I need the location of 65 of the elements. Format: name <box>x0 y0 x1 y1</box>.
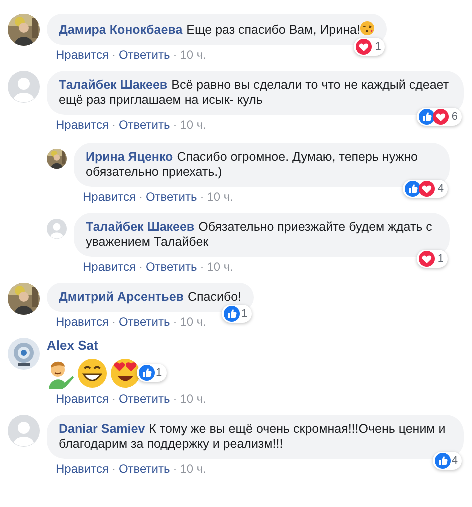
reaction-count: 1 <box>156 367 162 379</box>
comment-action-link[interactable]: Ответить <box>118 315 170 330</box>
comment-text: Талайбек Шакеев Обязательно приезжайте будем ждать с уважением Талайбек <box>86 220 434 250</box>
comment-text: Дамира Конокбаева Еще раз спасибо Вам, Ирина! <box>59 21 376 38</box>
thumbs-up-icon <box>224 306 240 322</box>
reaction-badge[interactable]: 1 <box>137 364 168 382</box>
reaction-count: 6 <box>452 111 458 123</box>
reaction-badge[interactable]: 1 <box>222 305 252 323</box>
reaction-count: 1 <box>438 253 444 265</box>
comment-action-link[interactable]: Ответить <box>146 260 198 275</box>
reaction-badge[interactable]: 4 <box>432 452 462 470</box>
comment-action-link[interactable]: Ответить <box>118 462 170 477</box>
heart-eyes-emoji-icon <box>110 358 141 388</box>
separator-dot: · <box>173 48 178 63</box>
comment-action-link[interactable]: Ответить <box>118 48 170 63</box>
comment-action-link[interactable]: Нравится <box>56 392 109 407</box>
separator-dot: · <box>138 260 143 275</box>
author-name[interactable]: Daniar Samiev <box>59 422 146 436</box>
comment-text: Daniar Samiev К тому же вы ещё очень скромная!!!Очень ценим и благодарим за поддержку и реализм!!! <box>59 422 447 452</box>
reaction-count: 4 <box>438 183 444 195</box>
reaction-count: 1 <box>375 41 382 53</box>
comment-action-link[interactable]: Нравится <box>83 190 136 205</box>
author-name[interactable]: Дмитрий Арсентьев <box>59 290 184 304</box>
reaction-badge[interactable]: 1 <box>416 250 448 268</box>
comment-action-link[interactable]: Нравится <box>56 48 109 63</box>
separator-dot: · <box>173 118 178 133</box>
comment-action-link[interactable]: Ответить <box>146 190 198 205</box>
reaction-badge[interactable]: 4 <box>402 180 448 198</box>
separator-dot: · <box>138 190 143 205</box>
thumbs-up-icon <box>404 181 421 197</box>
default-avatar-icon <box>47 219 67 239</box>
default-avatar-icon <box>8 415 40 447</box>
comment-action-link[interactable]: Нравится <box>56 118 109 133</box>
comment-text: Ирина Яценко Спасибо огромное. Думаю, теперь нужно обязательно приехать.) <box>86 150 419 180</box>
author-name[interactable]: Талайбек Шакеев <box>86 220 195 234</box>
author-name[interactable]: Ирина Яценко <box>86 150 174 164</box>
separator-dot: · <box>112 392 116 407</box>
author-name[interactable]: Alex Sat <box>47 338 464 354</box>
thumbs-up-icon <box>418 109 435 125</box>
author-name[interactable]: Талайбек Шакеев <box>59 78 168 92</box>
separator-dot: · <box>112 48 116 63</box>
reaction-badge[interactable]: 6 <box>416 108 462 126</box>
default-avatar-icon <box>8 71 40 103</box>
reaction-count: 4 <box>452 455 458 467</box>
thumbs-up-icon <box>434 453 451 469</box>
reaction-count: 1 <box>241 308 248 320</box>
comment-text: Дмитрий Арсентьев Спасибо! <box>59 290 242 305</box>
reaction-badge[interactable]: 1 <box>354 38 386 56</box>
comment-action-link[interactable]: Ответить <box>118 392 170 407</box>
separator-dot: · <box>200 260 204 275</box>
thumbs-up-icon <box>139 365 155 381</box>
comment-action-link[interactable]: Нравится <box>83 260 136 275</box>
comment-action-link[interactable]: Нравится <box>56 315 109 330</box>
comment-action-link[interactable]: Нравится <box>56 462 109 477</box>
comment-text: Талайбек Шакеев Всё равно вы сделали то что не каждый сдеает ещё раз приглашаем на исык- куль <box>59 78 450 108</box>
separator-dot: · <box>112 118 116 133</box>
separator-dot: · <box>173 315 178 330</box>
separator-dot: · <box>112 315 116 330</box>
author-name[interactable]: Дамира Конокбаева <box>59 23 183 37</box>
separator-dot: · <box>173 462 178 477</box>
separator-dot: · <box>200 190 204 205</box>
separator-dot: · <box>112 462 116 477</box>
separator-dot: · <box>173 392 178 407</box>
comment-action-link[interactable]: Ответить <box>118 118 170 133</box>
grinning-emoji-icon <box>77 358 108 388</box>
